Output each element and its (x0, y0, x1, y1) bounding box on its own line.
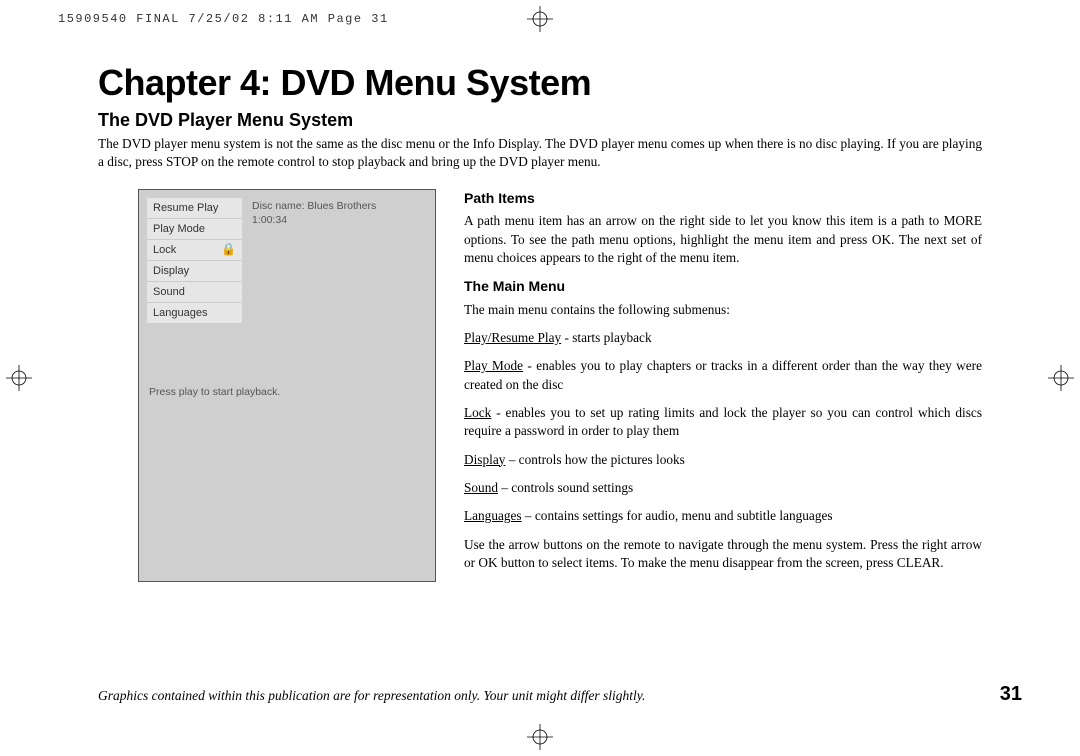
screenshot-prompt: Press play to start playback. (147, 386, 427, 398)
submenu-desc: - enables you to set up rating limits an… (464, 405, 982, 438)
submenu-desc: - starts playback (561, 330, 651, 345)
submenu-languages: Languages – contains settings for audio,… (464, 507, 982, 525)
screenshot-menu-list: Resume Play Play Mode Lock 🔒 Display Sou… (147, 198, 242, 324)
screenshot-disc-info: Disc name: Blues Brothers 1:00:34 (248, 198, 427, 324)
submenu-play-mode: Play Mode - enables you to play chapters… (464, 357, 982, 394)
submenu-label: Lock (464, 405, 491, 420)
screenshot-menu-item: Languages (147, 303, 242, 324)
submenu-label: Display (464, 452, 505, 467)
submenu-desc: - enables you to play chapters or tracks… (464, 358, 982, 391)
registration-mark-icon (527, 724, 553, 750)
path-items-paragraph: A path menu item has an arrow on the rig… (464, 212, 982, 267)
screenshot-menu-item: Lock 🔒 (147, 240, 242, 261)
submenu-desc: – controls sound settings (498, 480, 633, 495)
dvd-menu-screenshot: Resume Play Play Mode Lock 🔒 Display Sou… (138, 189, 436, 582)
registration-mark-icon (1048, 365, 1074, 391)
submenu-desc: – contains settings for audio, menu and … (522, 508, 833, 523)
body-column: Path Items A path menu item has an arrow… (464, 189, 982, 582)
submenu-sound: Sound – controls sound settings (464, 479, 982, 497)
submenu-play: Play/Resume Play - starts playback (464, 329, 982, 347)
screenshot-menu-item: Play Mode (147, 219, 242, 240)
main-menu-intro: The main menu contains the following sub… (464, 301, 982, 319)
submenu-label: Sound (464, 480, 498, 495)
registration-mark-icon (6, 365, 32, 391)
main-menu-heading: The Main Menu (464, 277, 982, 296)
intro-paragraph: The DVD player menu system is not the sa… (98, 135, 982, 171)
submenu-label: Play/Resume Play (464, 330, 561, 345)
page-number: 31 (1000, 683, 1022, 706)
submenu-label: Languages (464, 508, 522, 523)
submenu-display: Display – controls how the pictures look… (464, 451, 982, 469)
lock-icon: 🔒 (221, 242, 236, 256)
path-items-heading: Path Items (464, 189, 982, 208)
section-title: The DVD Player Menu System (98, 110, 1022, 131)
registration-mark-icon (527, 6, 553, 32)
disc-duration: 1:00:34 (252, 214, 423, 228)
screenshot-menu-item: Display (147, 261, 242, 282)
chapter-title: Chapter 4: DVD Menu System (98, 62, 1022, 104)
footer-note: Graphics contained within this publicati… (98, 688, 645, 704)
page-footer: Graphics contained within this publicati… (58, 683, 1022, 706)
screenshot-menu-item-label: Lock (153, 244, 176, 256)
navigation-paragraph: Use the arrow buttons on the remote to n… (464, 536, 982, 573)
submenu-lock: Lock - enables you to set up rating limi… (464, 404, 982, 441)
screenshot-menu-item: Resume Play (147, 198, 242, 219)
disc-name-line: Disc name: Blues Brothers (252, 200, 423, 214)
submenu-label: Play Mode (464, 358, 523, 373)
screenshot-menu-item: Sound (147, 282, 242, 303)
submenu-desc: – controls how the pictures looks (505, 452, 684, 467)
